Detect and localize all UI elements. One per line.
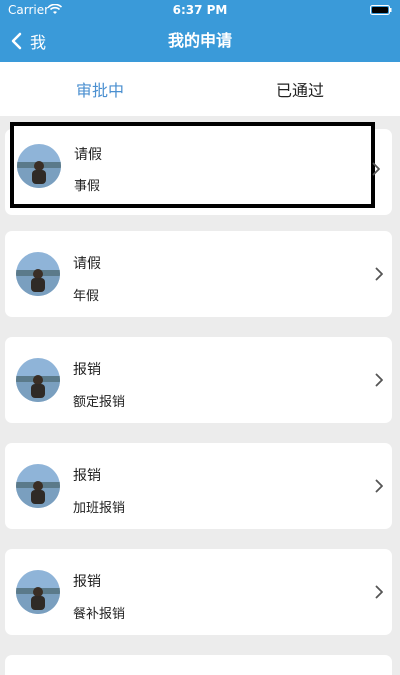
tab-bar: 审批中 已通过 [0,62,400,116]
list-item[interactable]: 请假 年假 [5,231,392,317]
avatar [16,464,60,508]
item-title: 报销 [73,468,101,484]
list-item[interactable]: 报销 餐补报销 [5,549,392,635]
list-item[interactable]: 请假 事假 [10,122,375,208]
tab-approved[interactable]: 已通过 [200,62,400,116]
chevron-right-icon [375,267,383,281]
chevron-right-icon [375,373,383,387]
item-title: 请假 [74,147,102,163]
item-title: 请假 [73,256,101,272]
item-title: 报销 [73,574,101,590]
avatar [16,252,60,296]
avatar [16,570,60,614]
status-bar: Carrier 6:37 PM [0,0,400,20]
navigation-bar: 我 我的申请 [0,20,400,62]
tab-pending[interactable]: 审批中 [0,62,200,116]
item-subtitle: 事假 [74,179,101,194]
chevron-right-icon [372,162,380,176]
battery-icon [370,5,392,15]
item-subtitle: 额定报销 [73,395,126,410]
list-item[interactable]: 报销 加班报销 [5,443,392,529]
avatar [16,358,60,402]
item-subtitle: 年假 [73,289,100,304]
item-subtitle: 加班报销 [73,501,126,516]
chevron-right-icon [375,479,383,493]
item-title: 报销 [73,362,101,378]
list-item-partial[interactable] [5,655,392,675]
item-subtitle: 餐补报销 [73,607,126,622]
chevron-right-icon [375,585,383,599]
avatar [17,144,61,188]
status-time: 6:37 PM [172,3,228,17]
page-title: 我的申请 [167,31,232,50]
list-item[interactable]: 报销 额定报销 [5,337,392,423]
